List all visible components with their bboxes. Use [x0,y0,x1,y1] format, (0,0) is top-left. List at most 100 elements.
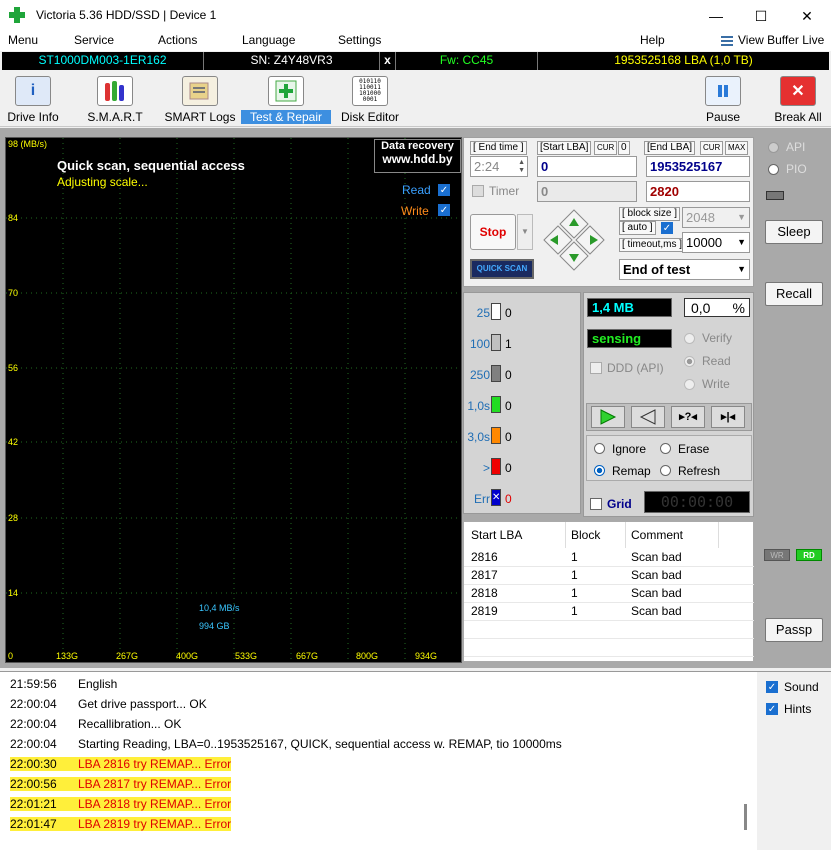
menu-menu[interactable]: Menu [8,33,38,47]
table-row[interactable]: 2817 1 Scan bad [464,567,754,585]
start-cur-button[interactable]: CUR [594,141,618,155]
end-cur-button[interactable]: CUR [700,141,724,155]
block-counter-label: 3,0s [467,430,490,444]
block-size-select[interactable]: 2048 ▼ [682,207,750,228]
close-button[interactable]: ✕ [785,4,829,28]
timer-checkbox[interactable] [472,185,484,197]
event-log[interactable]: 21:59:56 English 22:00:04 Get drive passpor… [0,671,757,850]
api-radio[interactable] [768,142,779,153]
recall-button[interactable]: Recall [765,282,823,306]
sleep-button[interactable]: Sleep [765,220,823,244]
drive-info-label: Drive Info [7,110,59,124]
ignore-label: Ignore [612,442,647,456]
x-tick-533g: 533G [235,651,258,661]
banner-line-2: www.hdd.by [382,152,453,166]
butterfly-button[interactable]: ▸|◂ [711,406,745,428]
play-forward-button[interactable] [591,406,625,428]
y-tick-56: 56 [8,363,19,373]
y-tick-14: 14 [8,588,19,598]
smart-logs-button[interactable]: SMART Logs [163,76,237,126]
block-counter-swatch [491,303,501,320]
timer-field[interactable]: 0 [537,181,637,202]
hints-checkbox[interactable]: ✓ [766,703,778,715]
start-lba-field[interactable]: 0 [537,156,637,177]
menu-language[interactable]: Language [242,33,295,47]
end-time-spinner-icon[interactable]: ▲ ▼ [518,159,525,175]
pause-icon [705,76,741,106]
end-time-field[interactable]: 2:24 ▲ ▼ [470,156,528,177]
col-comment[interactable]: Comment [631,528,683,542]
log-time: 22:00:04 [10,737,57,751]
ddd-api-label: DDD (API) [607,361,664,375]
log-time: 22:00:04 [10,717,57,731]
nav-down-button[interactable] [560,242,588,270]
end-action-select[interactable]: End of test ▼ [619,259,750,280]
log-message: LBA 2816 try REMAP... Error [78,757,232,771]
col-block[interactable]: Block [571,528,600,542]
table-row[interactable]: 2816 1 Scan bad [464,549,754,567]
write-radio[interactable] [684,379,695,390]
drive-serial: SN: Z4Y48VR3 [204,52,380,70]
random-seek-button[interactable]: ▸?◂ [671,406,705,428]
pio-radio[interactable] [768,164,779,175]
drive-info-button[interactable]: i Drive Info [2,76,64,126]
auto-checkbox[interactable]: ✓ [661,222,673,234]
verify-label: Verify [702,331,733,345]
block-counter-count: 0 [505,368,512,382]
menu-actions[interactable]: Actions [158,33,197,47]
break-all-button[interactable]: ✕ Break All [772,76,824,126]
write-legend-checkbox[interactable]: ✓ [438,204,450,216]
maximize-button[interactable]: ☐ [739,4,783,28]
end-lba-field[interactable]: 1953525167 [646,156,750,177]
passp-button[interactable]: Passp [765,618,823,642]
table-row[interactable]: 2819 1 Scan bad [464,603,754,621]
stop-button[interactable]: Stop [470,214,516,250]
erase-radio[interactable] [660,443,671,454]
table-cell: 1 [571,568,578,582]
col-start-lba[interactable]: Start LBA [471,528,522,542]
menu-settings[interactable]: Settings [338,33,381,47]
block-size-value: 2048 [686,210,715,225]
log-scrollbar-thumb[interactable] [744,804,747,830]
test-repair-button[interactable]: Test & Repair [241,76,331,126]
stop-dropdown-button[interactable]: ▼ [517,214,533,250]
percent-sign: % [732,300,745,316]
block-counter-swatch [491,427,501,444]
sound-checkbox[interactable]: ✓ [766,681,778,693]
menu-help[interactable]: Help [640,33,665,47]
log-message: Starting Reading, LBA=0..1953525167, QUI… [78,737,562,751]
read-radio[interactable] [684,356,695,367]
disk-editor-button[interactable]: 010110 110011 101000 0001 Disk Editor [337,76,403,126]
timeout-select[interactable]: 10000 ▼ [682,232,750,253]
table-row[interactable]: 2818 1 Scan bad [464,585,754,603]
drive-model[interactable]: ST1000DM003-1ER162 [2,52,204,70]
table-row-empty [464,639,754,657]
timeout-dropdown-icon: ▼ [737,237,746,247]
play-backward-button[interactable] [631,406,665,428]
verify-radio[interactable] [684,333,695,344]
end-max-button[interactable]: MAX [725,141,749,155]
erase-label: Erase [678,442,710,456]
pause-button[interactable]: Pause [700,76,746,126]
break-all-icon: ✕ [780,76,816,106]
smart-button[interactable]: S.M.A.R.T [84,76,146,126]
data-recovery-banner[interactable]: Data recovery www.hdd.by [374,139,461,173]
drive-close-button[interactable]: x [380,52,396,70]
grid-checkbox[interactable] [590,498,602,510]
view-buffer-live[interactable]: View Buffer Live [738,33,824,47]
log-message: Recallibration... OK [78,717,182,731]
remap-radio[interactable] [594,465,605,476]
refresh-radio[interactable] [660,465,671,476]
menu-service[interactable]: Service [74,33,114,47]
status-panel: 1,4 MB 0,0 % sensing DDD (API) Verify Re… [583,292,754,517]
ignore-radio[interactable] [594,443,605,454]
ddd-api-checkbox[interactable] [590,362,602,374]
percent-value: 0,0 [691,300,711,316]
table-cell: 2819 [471,604,498,618]
quick-scan-button[interactable]: QUICK SCAN [470,259,534,279]
minimize-button[interactable]: — [694,4,738,28]
current-lba-field: 2820 [646,181,750,202]
block-counter-swatch: ✕ [491,489,501,506]
read-legend-checkbox[interactable]: ✓ [438,184,450,196]
log-time: 22:01:21 [10,797,78,811]
